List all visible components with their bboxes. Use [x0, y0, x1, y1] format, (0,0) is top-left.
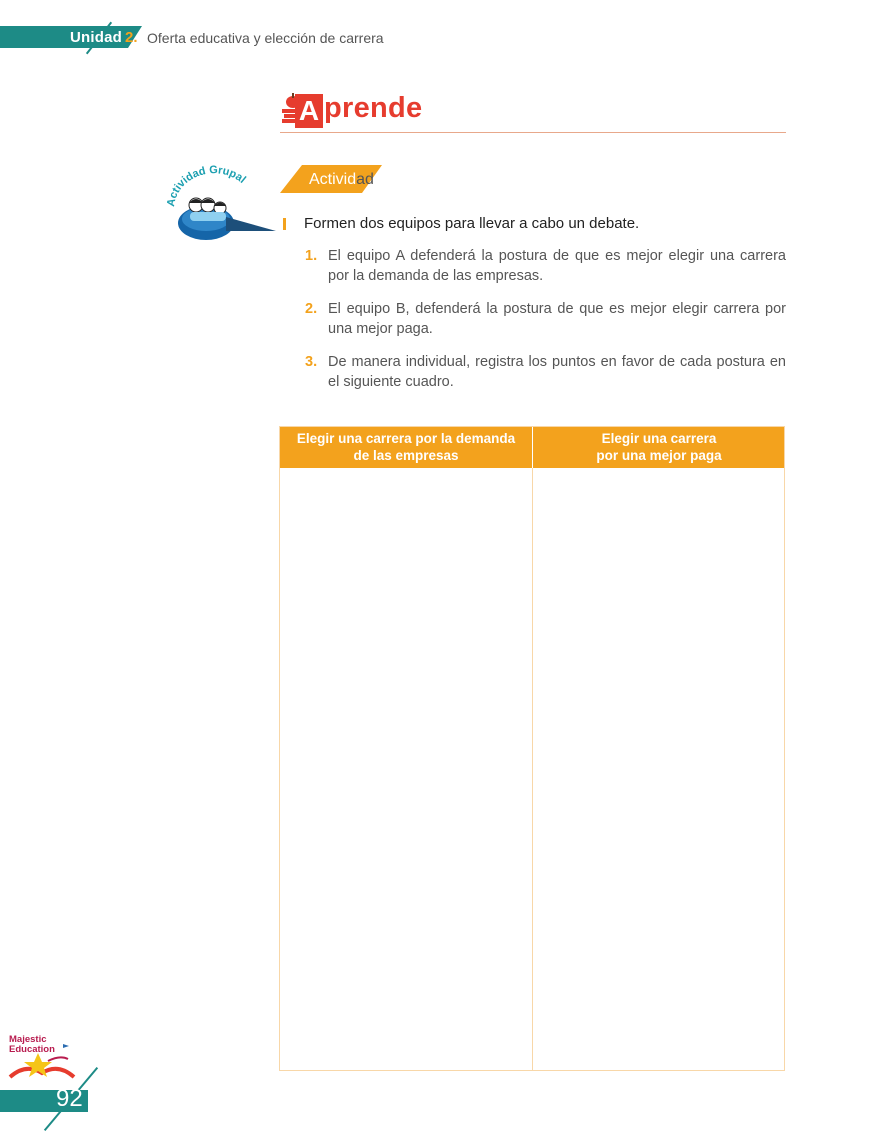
header-divider — [532, 427, 533, 468]
activity-instruction: Formen dos equipos para llevar a cabo un… — [304, 215, 640, 232]
list-item-number: 3. — [305, 354, 318, 370]
column-header-pay: Elegir una carrera por una mejor paga — [533, 427, 785, 468]
activity-tag-tail: ad — [356, 171, 374, 188]
list-item: 2. El equipo B, defenderá la postura de q… — [305, 299, 786, 339]
section-title: prende — [324, 92, 423, 124]
section-title-initial: A — [295, 94, 323, 128]
list-item-text: De manera individual, registra los punto… — [328, 354, 786, 390]
activity-steps: 1. El equipo A defenderá la postura de qu… — [305, 246, 786, 405]
section-divider — [280, 132, 786, 133]
page-number: 92 — [56, 1085, 83, 1112]
unit-number: 2. — [125, 29, 138, 46]
column-header-demand: Elegir una carrera por la demanda de las… — [280, 427, 532, 468]
unit-title: Oferta educativa y elección de carrera — [147, 30, 384, 46]
list-item: 3. De manera individual, registra los pun… — [305, 352, 786, 392]
list-item-text: El equipo A defenderá la postura de que … — [328, 248, 786, 284]
list-item: 1. El equipo A defenderá la postura de qu… — [305, 246, 786, 286]
column-header-pay-line1: Elegir una carrera — [601, 431, 717, 446]
list-item-number: 2. — [305, 301, 318, 317]
list-item-number: 1. — [305, 248, 318, 264]
activity-tag-label: Actividad — [309, 171, 374, 189]
column-header-demand-line2: de las empresas — [353, 448, 459, 463]
answer-cell-demand[interactable] — [280, 468, 532, 1070]
answer-cell-pay[interactable] — [533, 468, 785, 1070]
column-header-pay-line2: por una mejor paga — [596, 448, 722, 463]
column-header-demand-line1: Elegir una carrera por la demanda — [296, 431, 516, 446]
list-item-text: El equipo B, defenderá la postura de que… — [328, 301, 786, 337]
activity-tag-main: Activid — [309, 171, 357, 188]
logo-text-line2: Education — [9, 1044, 55, 1055]
unit-label: Unidad — [70, 29, 123, 46]
group-activity-badge-icon: Actividad Grupal — [166, 165, 276, 240]
instruction-marker — [283, 218, 286, 230]
debate-table: Elegir una carrera por la demanda de las… — [279, 426, 785, 1071]
